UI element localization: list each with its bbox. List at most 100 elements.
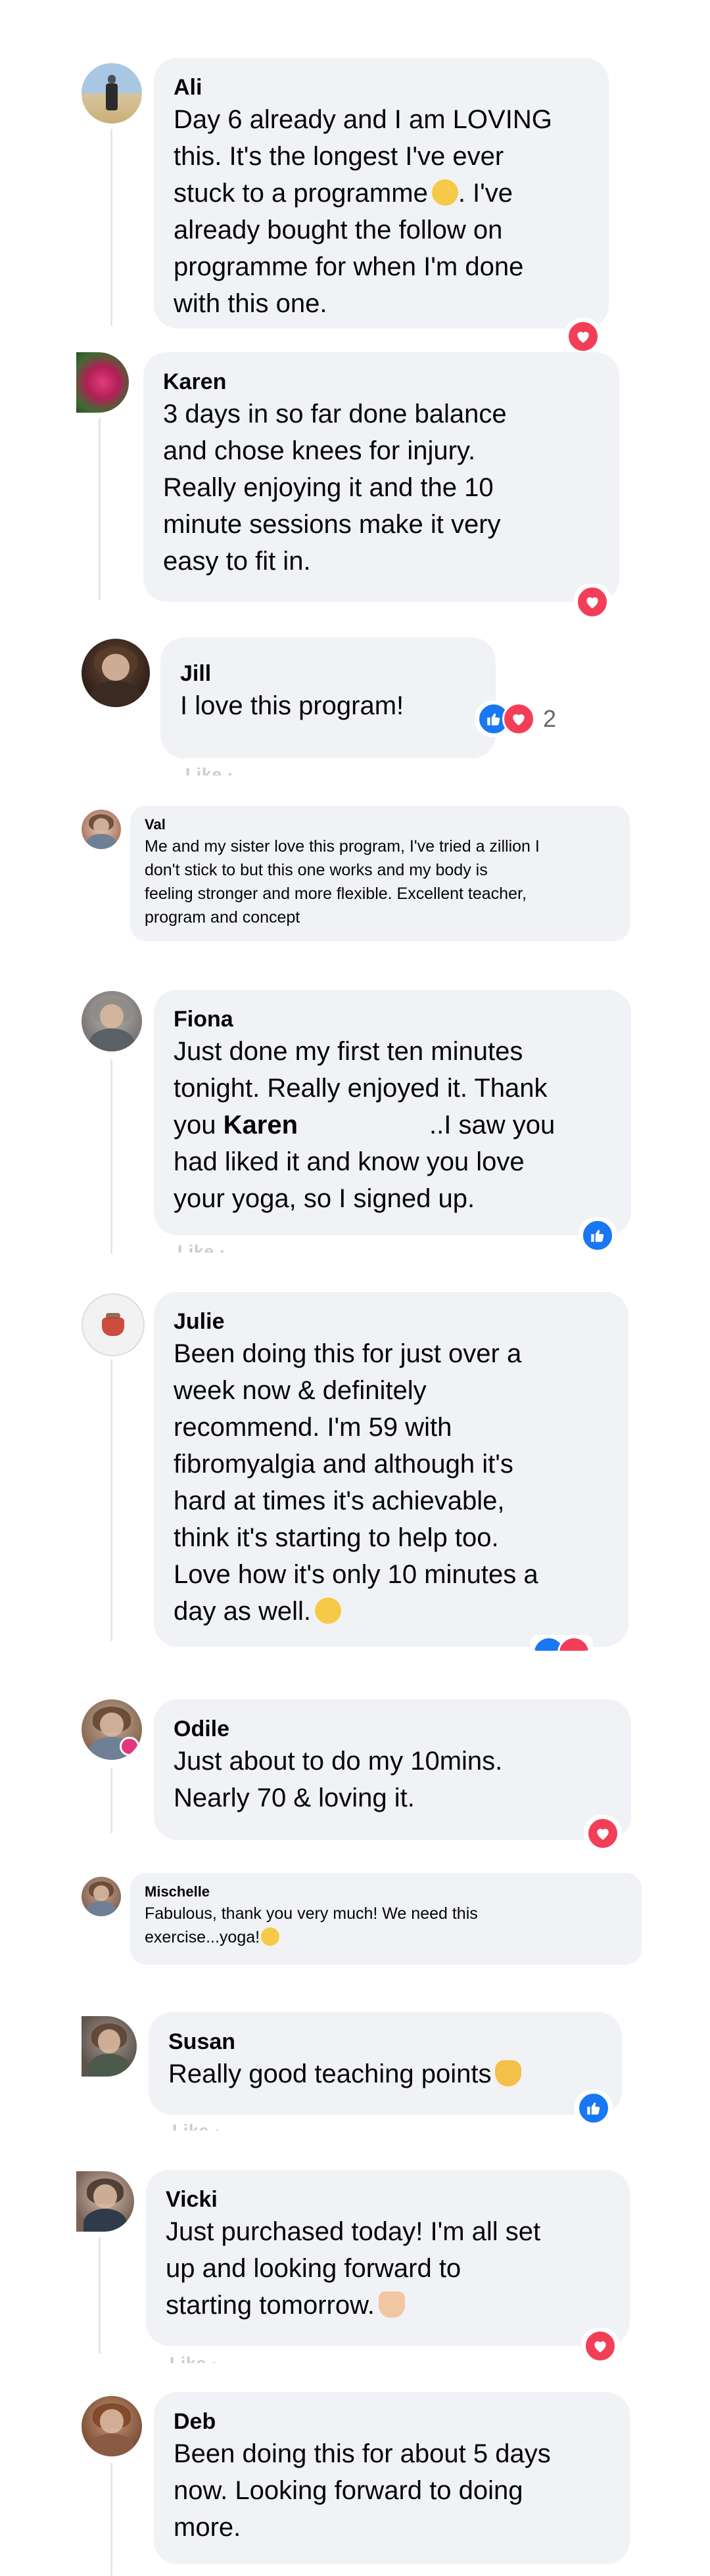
thread-line [110,2463,112,2576]
comment-text-line: Really enjoying it and the 10 [163,473,494,502]
comment-text-line: Day 6 already and I am LOVING [174,105,552,134]
comment-author[interactable]: Deb [174,2408,610,2435]
comment-bubble[interactable]: Jill I love this program! [160,637,496,758]
comment-text-line: with this one. [174,289,327,318]
love-reaction-icon [502,702,535,735]
comment-text-line: recommend. I'm 59 with [174,1413,452,1442]
reaction-summary[interactable] [564,318,602,355]
comment-text-line: starting tomorrow. [166,2287,610,2324]
thread-line [110,1059,112,1254]
reaction-summary[interactable] [573,584,611,620]
thread-line [99,2237,101,2354]
comment-text-line: minute sessions make it very [163,510,501,539]
comment-text-line: Been doing this for just over a [174,1339,522,1368]
comment-text-line: this. It's the longest I've ever [174,142,504,171]
grinning-face-icon [431,179,458,206]
comment-text-line: exercise...yoga! [145,1925,627,1949]
comment-author[interactable]: Vicki [166,2186,610,2213]
reaction-summary[interactable]: 2 [475,701,565,737]
comment-bubble[interactable]: Odile Just about to do my 10mins. Nearly… [154,1699,631,1840]
like-reaction-icon [581,1219,614,1252]
love-reaction-icon [584,2330,617,2362]
comment-text-line: Just done my first ten minutes [174,1037,523,1066]
avatar[interactable] [82,810,121,849]
avatar[interactable] [76,2171,134,2232]
comment-text-line: day as well. [174,1593,609,1630]
reaction-count: 2 [543,705,557,732]
comment-text-line: Me and my sister love this program, I've… [145,837,540,856]
avatar[interactable] [82,2016,137,2077]
comment-text-line: stuck to a programme. I've [174,179,513,208]
comment-text-line: up and looking forward to [166,2254,462,2283]
thumbs-up-icon [378,2291,405,2318]
comment-actions[interactable]: Like · Reply · 3d [178,1239,227,1253]
comment-author[interactable]: Julie [174,1308,609,1335]
comment-text-line: hard at times it's achievable, [174,1486,505,1515]
comment-text-line: Love how it's only 10 minutes a [174,1560,538,1589]
comment-bubble[interactable]: Mischelle Fabulous, thank you very much!… [130,1873,642,1965]
comment-bubble[interactable]: Vicki Just purchased today! I'm all set … [146,2170,630,2346]
comment-text-line: program and concept [145,908,300,927]
avatar[interactable] [82,1293,145,1356]
comment-text-line: more. [174,2513,241,2542]
comment-text-line: 3 days in so far done balance [163,400,507,428]
avatar[interactable] [82,2396,142,2456]
comment-author[interactable]: Susan [168,2028,602,2056]
comment-bubble[interactable]: Val Me and my sister love this program, … [130,806,630,941]
comment-text-line: fibromyalgia and although it's [174,1450,513,1479]
comment-author[interactable]: Fiona [174,1005,611,1033]
comment-author[interactable]: Odile [174,1715,611,1743]
avatar[interactable] [76,352,129,413]
avatar[interactable] [82,1699,142,1760]
comment-text-line: don't stick to but this one works and my… [145,861,488,879]
comment-text-line: I love this program! [180,691,404,720]
comment-author[interactable]: Mischelle [145,1882,627,1902]
reaction-summary[interactable] [584,1815,622,1852]
comment-actions[interactable]: Like · Reply · 3w [172,2119,222,2130]
avatar[interactable] [82,991,142,1051]
comment-bubble[interactable]: Susan Really good teaching points [149,2012,622,2115]
comment-text-line: think it's starting to help too. [174,1523,499,1552]
comment-text-line: Just about to do my 10mins. [174,1747,503,1776]
comment-text-line: Fabulous, thank you very much! We need t… [145,1904,478,1923]
comment-bubble[interactable]: Julie Been doing this for just over a we… [154,1292,628,1647]
like-reaction-icon [577,2092,610,2125]
comment-author[interactable]: Jill [180,660,476,687]
thread-line [99,418,101,601]
comment-bubble[interactable]: Fiona Just done my first ten minutes ton… [154,990,631,1235]
comment-text-line: Really good teaching points [168,2056,602,2092]
comment-author[interactable]: Ali [174,74,589,101]
comment-text-line: Just purchased today! I'm all set [166,2217,541,2246]
comment-author[interactable]: Karen [163,368,600,396]
comment-actions[interactable]: Like · Reply · 3 [185,762,235,775]
avatar[interactable] [82,639,150,707]
love-reaction-icon [557,1636,590,1651]
comment-bubble[interactable]: Deb Been doing this for about 5 days now… [154,2392,630,2564]
love-reaction-icon [567,320,600,353]
comment-text-line: and chose knees for injury. [163,436,476,465]
comment-bubble[interactable]: Ali Day 6 already and I am LOVING this. … [154,58,609,329]
mention-link[interactable]: Karen [224,1111,298,1139]
thread-line [110,1359,112,1642]
comment-text-line: Been doing this for about 5 days [174,2439,551,2468]
victory-hand-icon [495,2060,522,2086]
comment-actions[interactable]: Like · Reply · 3 [170,2351,220,2363]
thread-line [110,129,112,326]
comment-text-line: you Karen ..I saw you [174,1111,556,1139]
comment-text-line: Nearly 70 & loving it. [174,1783,415,1812]
avatar[interactable] [82,1877,121,1916]
comment-text-line: programme for when I'm done [174,252,524,281]
comment-bubble[interactable]: Karen 3 days in so far done balance and … [143,352,619,602]
reaction-summary[interactable] [579,1217,617,1254]
comment-text-line: week now & definitely [174,1376,427,1405]
comment-text-line: tonight. Really enjoyed it. Thank [174,1074,548,1103]
comment-text-line: already bought the follow on [174,216,503,244]
reaction-summary[interactable] [530,1635,593,1651]
reaction-summary[interactable] [581,2328,619,2364]
avatar[interactable] [82,63,142,124]
comment-text-line: now. Looking forward to doing [174,2476,523,2505]
reaction-summary[interactable] [575,2090,613,2127]
comment-text-line: easy to fit in. [163,547,311,576]
comment-author[interactable]: Val [145,815,615,835]
thread-line [110,1768,112,1833]
